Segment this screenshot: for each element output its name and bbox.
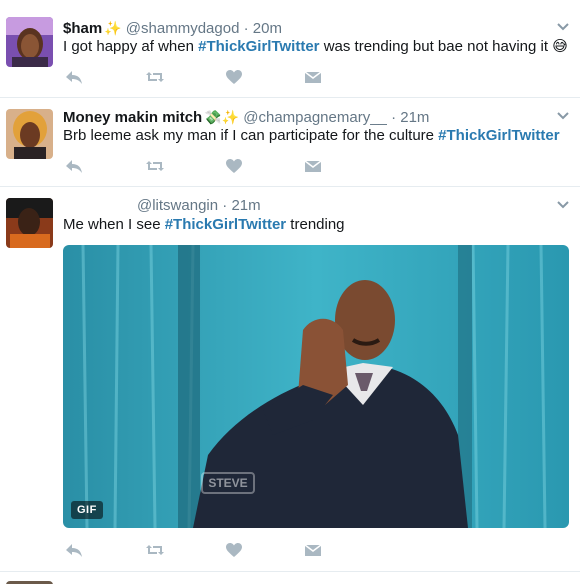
gif-media[interactable]: STEVE GIF (63, 245, 569, 528)
name-emoji: 💸✨ (204, 109, 240, 125)
time-separator: · (243, 20, 249, 37)
chevron-down-icon[interactable] (556, 109, 570, 123)
text-segment: was trending but bae not having it (319, 38, 553, 55)
heart-icon[interactable] (224, 540, 244, 560)
heart-icon[interactable] (224, 67, 244, 87)
retweet-icon[interactable] (145, 156, 165, 176)
heart-icon[interactable] (224, 156, 244, 176)
text-segment: Me when I see (63, 216, 165, 233)
avatar[interactable] (6, 198, 53, 248)
text-segment: Brb leeme ask my man if I can participat… (63, 127, 439, 144)
name-emoji: ✨ (104, 20, 122, 36)
tweet-actions (63, 156, 363, 176)
text-segment: I got happy af when (63, 38, 199, 55)
tweet-text: I got happy af when #ThickGirlTwitter wa… (63, 37, 568, 57)
retweet-icon[interactable] (145, 540, 165, 560)
envelope-icon[interactable] (303, 67, 323, 87)
avatar[interactable] (6, 109, 53, 159)
handle[interactable]: @champagnemary__ (243, 109, 387, 126)
timestamp[interactable]: 21m (231, 197, 260, 214)
time-separator: · (391, 109, 397, 126)
envelope-icon[interactable] (303, 156, 323, 176)
display-name[interactable]: $ham (63, 20, 102, 37)
timestamp[interactable]: 20m (253, 20, 282, 37)
handle[interactable]: @litswangin (137, 197, 218, 214)
handle[interactable]: @shammydagod (126, 20, 240, 37)
hashtag-link[interactable]: #ThickGirlTwitter (198, 38, 319, 55)
retweet-icon[interactable] (145, 67, 165, 87)
text-segment: trending (286, 216, 345, 233)
tweet-actions (63, 540, 363, 560)
hashtag-link[interactable]: #ThickGirlTwitter (165, 216, 286, 233)
tweet: Money makin mitch 💸✨ @champagnemary__ · 2… (0, 98, 580, 187)
tweet-text: Brb leeme ask my man if I can participat… (63, 126, 560, 146)
tweet-text: Me when I see #ThickGirlTwitter trending (63, 215, 345, 235)
hashtag-link[interactable]: #ThickGirlTwitter (438, 127, 559, 144)
chevron-down-icon[interactable] (556, 198, 570, 212)
chevron-down-icon[interactable] (556, 20, 570, 34)
timestamp[interactable]: 21m (400, 109, 429, 126)
reply-icon[interactable] (64, 156, 84, 176)
reply-icon[interactable] (64, 67, 84, 87)
gif-badge: GIF (71, 501, 103, 519)
sweat-smile-emoji: 😅 (552, 38, 568, 55)
tweet-actions (63, 67, 363, 87)
time-separator: · (222, 197, 228, 214)
tweet: $ham ✨ @shammydagod · 20m I got happy af … (0, 0, 580, 98)
display-name[interactable]: Money makin mitch (63, 109, 202, 126)
tweet: @litswangin · 21m Me when I see #ThickGi… (0, 187, 580, 572)
reply-icon[interactable] (64, 540, 84, 560)
tweet-partial (0, 572, 580, 584)
envelope-icon[interactable] (303, 540, 323, 560)
media-watermark: STEVE (201, 472, 255, 494)
avatar[interactable] (6, 17, 53, 67)
